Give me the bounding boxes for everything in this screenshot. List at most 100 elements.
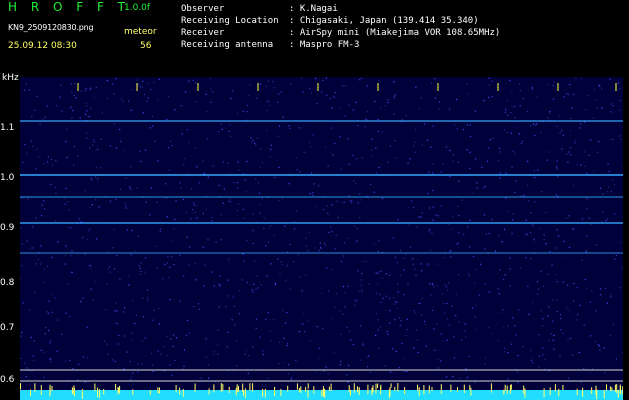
noise-pixel [165, 183, 167, 185]
noise-pixel [356, 239, 358, 241]
noise-pixel [244, 179, 246, 181]
noise-pixel [440, 333, 442, 335]
noise-pixel [175, 200, 177, 202]
noise-pixel [74, 83, 76, 85]
noise-pixel [525, 257, 527, 259]
noise-pixel [397, 283, 399, 285]
noise-pixel [334, 142, 336, 144]
noise-pixel [65, 140, 67, 143]
noise-pixel [351, 202, 353, 204]
noise-pixel [388, 297, 390, 299]
noise-pixel [116, 310, 118, 312]
noise-pixel [448, 224, 450, 226]
noise-pixel [406, 370, 408, 373]
noise-pixel [566, 93, 568, 95]
noise-pixel [389, 145, 391, 147]
noise-pixel [375, 147, 377, 149]
noise-pixel [282, 309, 284, 312]
noise-pixel [304, 330, 306, 333]
noise-pixel [279, 273, 281, 275]
baseline-spike [305, 387, 307, 392]
noise-pixel [302, 323, 304, 325]
noise-pixel [251, 141, 253, 143]
noise-pixel [249, 84, 251, 86]
noise-pixel [379, 293, 381, 295]
noise-pixel [113, 123, 115, 125]
noise-pixel [400, 324, 402, 326]
noise-pixel [129, 186, 131, 188]
noise-pixel [316, 205, 318, 208]
noise-pixel [416, 329, 418, 331]
noise-pixel [144, 337, 146, 339]
noise-pixel [172, 334, 175, 336]
noise-pixel [432, 172, 434, 174]
noise-pixel [322, 328, 324, 330]
noise-pixel [361, 157, 363, 159]
noise-pixel [204, 264, 206, 266]
noise-pixel [409, 158, 411, 160]
noise-pixel [507, 210, 509, 212]
noise-pixel [605, 219, 607, 221]
noise-pixel [332, 154, 334, 156]
noise-pixel [491, 218, 493, 221]
noise-pixel [139, 86, 141, 88]
noise-pixel [259, 336, 261, 338]
noise-pixel [415, 86, 417, 88]
noise-pixel [196, 166, 198, 168]
noise-pixel [324, 244, 326, 246]
noise-pixel [567, 284, 569, 286]
noise-pixel [556, 125, 558, 127]
noise-pixel [357, 202, 359, 204]
noise-pixel [405, 115, 408, 117]
noise-pixel [91, 204, 93, 206]
noise-pixel [144, 149, 147, 151]
noise-pixel [378, 130, 380, 132]
noise-pixel [160, 228, 162, 230]
noise-pixel [269, 104, 271, 107]
noise-pixel [119, 128, 121, 131]
noise-pixel [397, 218, 399, 221]
noise-pixel [125, 207, 127, 209]
noise-pixel [270, 340, 272, 342]
noise-pixel [136, 187, 138, 189]
noise-pixel [355, 101, 357, 103]
noise-pixel [144, 93, 146, 96]
noise-pixel [576, 287, 578, 289]
noise-pixel [287, 343, 289, 345]
noise-pixel [162, 278, 164, 280]
noise-pixel [142, 316, 145, 318]
noise-pixel [545, 211, 547, 214]
noise-pixel [573, 93, 575, 96]
antenna-value: : Maspro FM-3 [289, 40, 360, 50]
noise-pixel [386, 331, 388, 333]
baseline-spike [228, 386, 230, 393]
noise-pixel [266, 275, 268, 277]
noise-pixel [535, 123, 538, 125]
noise-pixel [532, 362, 534, 364]
noise-pixel [188, 80, 190, 82]
noise-pixel [446, 302, 448, 304]
noise-pixel [607, 218, 609, 220]
noise-pixel [464, 330, 466, 332]
noise-pixel [70, 83, 72, 85]
noise-pixel [352, 109, 354, 111]
noise-pixel [380, 270, 382, 272]
noise-pixel [619, 88, 622, 90]
noise-pixel [22, 161, 24, 164]
noise-pixel [141, 363, 143, 365]
noise-pixel [599, 349, 601, 351]
noise-pixel [227, 162, 229, 164]
noise-pixel [444, 312, 446, 314]
noise-pixel [451, 305, 453, 307]
noise-pixel [543, 234, 545, 236]
noise-pixel [565, 217, 567, 219]
noise-pixel [467, 273, 470, 275]
noise-pixel [414, 312, 416, 314]
noise-pixel [20, 227, 22, 229]
noise-pixel [459, 377, 461, 379]
noise-pixel [622, 351, 623, 353]
noise-pixel [333, 96, 335, 98]
noise-pixel [511, 343, 513, 345]
noise-pixel [40, 263, 42, 265]
baseline-spike [321, 389, 323, 397]
